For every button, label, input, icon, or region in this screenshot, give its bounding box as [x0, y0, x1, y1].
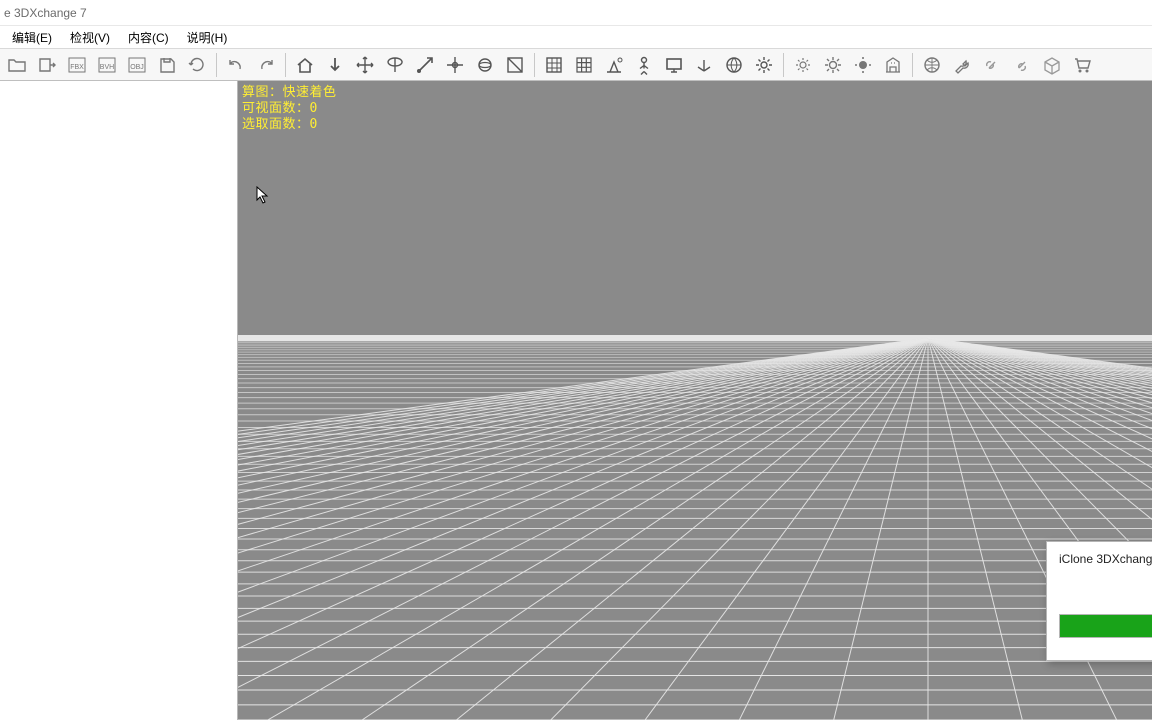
- toolbar-separator: [783, 53, 784, 77]
- progress-dialog: iClone 3DXchange 7: [1046, 541, 1152, 661]
- package-icon[interactable]: [1037, 51, 1067, 79]
- hud-visible-label: 可视面数：: [242, 101, 310, 116]
- hud-visible-value: 0: [310, 101, 318, 116]
- refresh-icon[interactable]: [182, 51, 212, 79]
- import-icon[interactable]: [32, 51, 62, 79]
- titlebar: e 3DXchange 7: [0, 0, 1152, 26]
- toolbar-separator: [912, 53, 913, 77]
- svg-text:OBJ: OBJ: [130, 64, 144, 71]
- light2-icon[interactable]: [818, 51, 848, 79]
- grid-icon[interactable]: [569, 51, 599, 79]
- viewport-grid: [238, 81, 1152, 720]
- progress-fill: [1060, 615, 1152, 637]
- wireframe-icon[interactable]: [539, 51, 569, 79]
- window-title: e 3DXchange 7: [4, 6, 87, 20]
- character-icon[interactable]: [629, 51, 659, 79]
- toolbar-separator: [534, 53, 535, 77]
- link2-icon[interactable]: [1007, 51, 1037, 79]
- export-icon[interactable]: [152, 51, 182, 79]
- menu-edit[interactable]: 编辑(E): [4, 27, 60, 48]
- toolbar: FBX BVH OBJ: [0, 49, 1152, 81]
- globe-icon[interactable]: [719, 51, 749, 79]
- folder-icon[interactable]: [2, 51, 32, 79]
- scale-icon[interactable]: [410, 51, 440, 79]
- link1-icon[interactable]: [977, 51, 1007, 79]
- toolbar-separator: [216, 53, 217, 77]
- hud-selected-value: 0: [310, 117, 318, 132]
- down-arrow-icon[interactable]: [320, 51, 350, 79]
- transform-icon[interactable]: [440, 51, 470, 79]
- axis-icon[interactable]: [689, 51, 719, 79]
- svg-text:FBX: FBX: [70, 64, 84, 71]
- progress-bar: [1059, 614, 1152, 638]
- light1-icon[interactable]: [788, 51, 818, 79]
- menu-help[interactable]: 说明(H): [179, 27, 236, 48]
- gear-icon[interactable]: [749, 51, 779, 79]
- rotate-icon[interactable]: [380, 51, 410, 79]
- orbit-icon[interactable]: [470, 51, 500, 79]
- home-icon[interactable]: [290, 51, 320, 79]
- fit-icon[interactable]: [500, 51, 530, 79]
- bvh-icon[interactable]: BVH: [92, 51, 122, 79]
- toolbar-separator: [285, 53, 286, 77]
- dialog-title: iClone 3DXchange 7: [1059, 552, 1152, 566]
- viewport-3d[interactable]: 算图：快速着色 可视面数：0 选取面数：0 iClone 3DXchange 7: [238, 81, 1152, 720]
- building-icon[interactable]: [878, 51, 908, 79]
- svg-text:BVH: BVH: [100, 64, 114, 71]
- undo-icon[interactable]: [221, 51, 251, 79]
- workspace: 算图：快速着色 可视面数：0 选取面数：0 iClone 3DXchange 7: [0, 81, 1152, 720]
- wrench-icon[interactable]: [947, 51, 977, 79]
- hud-render-label: 算图：: [242, 85, 283, 100]
- hud-selected-label: 选取面数：: [242, 117, 310, 132]
- screen-icon[interactable]: [659, 51, 689, 79]
- menu-content[interactable]: 内容(C): [120, 27, 177, 48]
- menubar: 编辑(E) 检视(V) 内容(C) 说明(H): [0, 26, 1152, 49]
- viewport-hud: 算图：快速着色 可视面数：0 选取面数：0: [242, 85, 337, 133]
- obj-icon[interactable]: OBJ: [122, 51, 152, 79]
- menu-view[interactable]: 检视(V): [62, 27, 118, 48]
- move-icon[interactable]: [350, 51, 380, 79]
- hud-render-value: 快速着色: [283, 85, 337, 100]
- fbx-icon[interactable]: FBX: [62, 51, 92, 79]
- light3-icon[interactable]: [848, 51, 878, 79]
- redo-icon[interactable]: [251, 51, 281, 79]
- cart-icon[interactable]: [1067, 51, 1097, 79]
- side-panel: [0, 81, 238, 720]
- world-icon[interactable]: [917, 51, 947, 79]
- snap-icon[interactable]: [599, 51, 629, 79]
